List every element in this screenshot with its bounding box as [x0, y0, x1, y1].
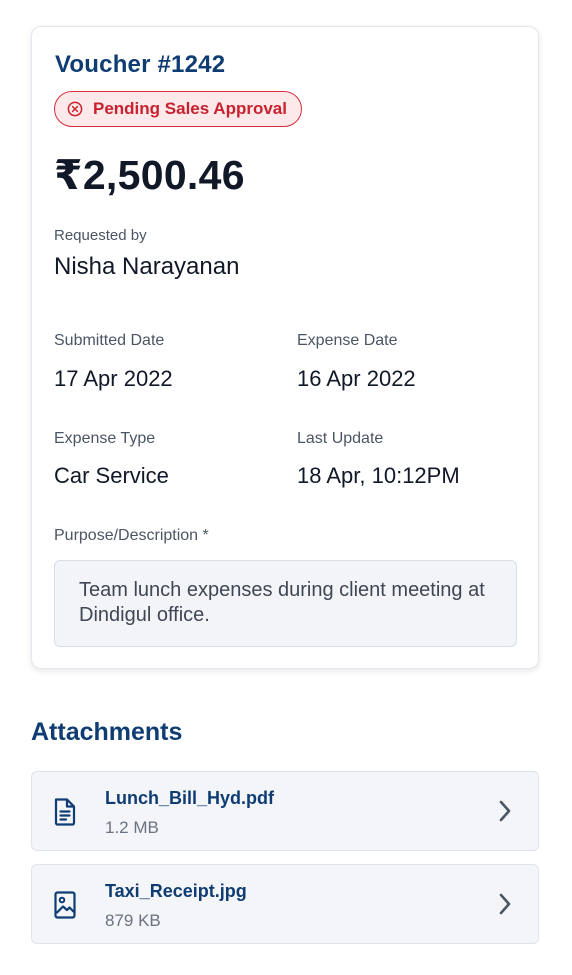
- document-icon: [52, 797, 78, 832]
- voucher-card: Voucher #1242 Pending Sales Approval ₹2,…: [31, 26, 539, 669]
- last-update-label: Last Update: [297, 430, 384, 447]
- chevron-right-icon: [498, 892, 512, 921]
- description-field[interactable]: Team lunch expenses during client meetin…: [54, 560, 517, 647]
- attachment-item-lunch-bill[interactable]: Lunch_Bill_Hyd.pdf 1.2 MB: [31, 771, 539, 851]
- attachment-size: 1.2 MB: [105, 818, 159, 837]
- voucher-amount: ₹2,500.46: [54, 152, 245, 198]
- expense-type-label: Expense Type: [54, 430, 156, 447]
- submitted-date-label: Submitted Date: [54, 332, 165, 349]
- expense-date-label: Expense Date: [297, 332, 398, 349]
- attachment-name: Lunch_Bill_Hyd.pdf: [105, 788, 275, 808]
- image-file-icon: [52, 890, 78, 925]
- attachment-size: 879 KB: [105, 911, 161, 930]
- x-circle-icon: [67, 101, 83, 117]
- requester-name: Nisha Narayanan: [54, 253, 240, 280]
- attachments-title: Attachments: [31, 718, 183, 746]
- last-update-value: 18 Apr, 10:12PM: [297, 463, 460, 488]
- description-label: Purpose/Description *: [54, 527, 209, 544]
- expense-type-value: Car Service: [54, 463, 169, 488]
- attachment-name: Taxi_Receipt.jpg: [105, 881, 247, 901]
- attachment-item-taxi-receipt[interactable]: Taxi_Receipt.jpg 879 KB: [31, 864, 539, 944]
- status-text: Pending Sales Approval: [93, 99, 287, 118]
- chevron-right-icon: [498, 799, 512, 828]
- voucher-title: Voucher #1242: [55, 51, 226, 78]
- status-badge: Pending Sales Approval: [54, 91, 302, 127]
- requested-by-label: Requested by: [54, 227, 147, 244]
- submitted-date-value: 17 Apr 2022: [54, 366, 173, 391]
- expense-date-value: 16 Apr 2022: [297, 366, 416, 391]
